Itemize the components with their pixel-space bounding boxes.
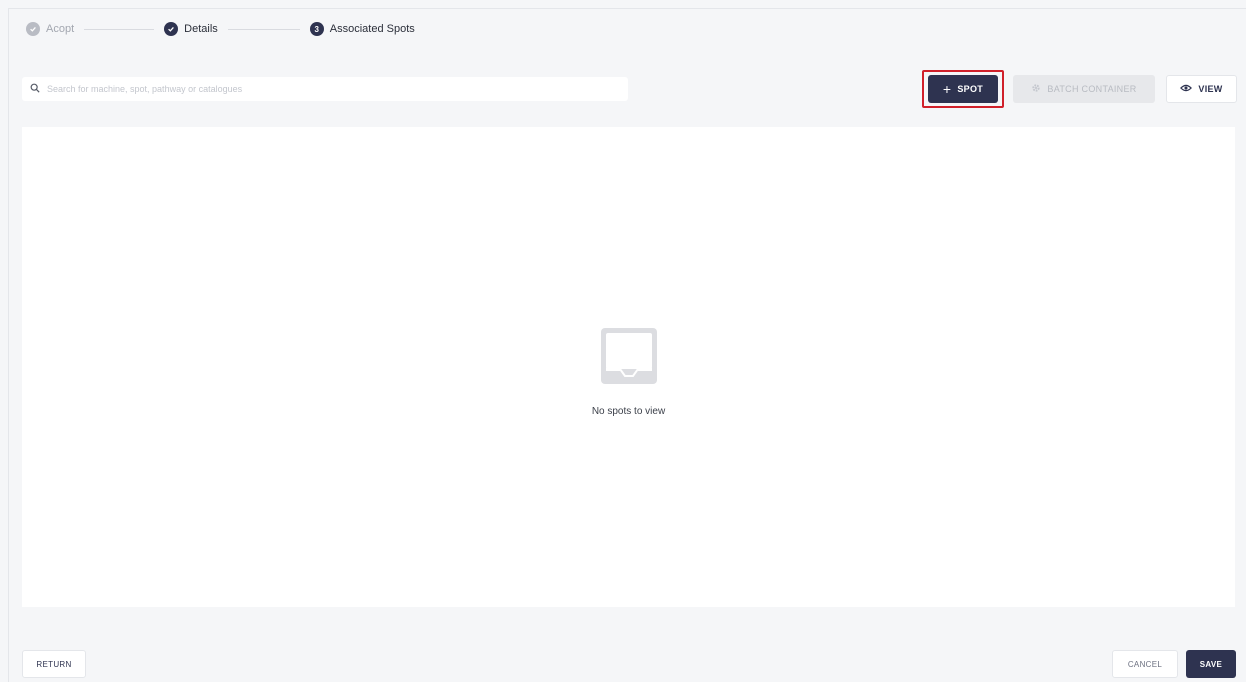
save-button[interactable]: SAVE xyxy=(1186,650,1236,678)
step-connector xyxy=(84,28,155,30)
check-circle-icon xyxy=(164,22,179,36)
eye-icon xyxy=(1180,84,1193,94)
step-number-badge: 3 xyxy=(309,22,324,36)
search-input[interactable] xyxy=(47,84,607,94)
step-label: Acopt xyxy=(46,23,75,35)
search-icon xyxy=(30,80,40,98)
gear-icon xyxy=(1031,83,1041,95)
cancel-button[interactable]: CANCEL xyxy=(1112,650,1178,678)
step-accept[interactable]: Acopt xyxy=(26,22,74,36)
return-button[interactable]: RETURN xyxy=(22,650,86,678)
step-details[interactable]: Details xyxy=(164,22,218,36)
stepper: Acopt Details 3 Associated Spots xyxy=(26,20,415,38)
step-label: Details xyxy=(184,23,218,35)
batch-container-label: BATCH CONTAINER xyxy=(1047,84,1137,94)
empty-state-message: No spots to view xyxy=(591,406,666,417)
view-label: VIEW xyxy=(1198,84,1223,94)
empty-inbox-icon xyxy=(600,327,658,390)
check-circle-icon xyxy=(26,22,40,36)
batch-container-button[interactable]: BATCH CONTAINER xyxy=(1013,75,1155,103)
spots-panel: No spots to view xyxy=(22,127,1235,607)
plus-icon: + xyxy=(942,81,952,97)
search-bar xyxy=(22,77,628,101)
step-label: Associated Spots xyxy=(329,23,415,35)
add-spot-button[interactable]: + SPOT xyxy=(928,75,998,103)
step-associated-spots[interactable]: 3 Associated Spots xyxy=(309,22,415,36)
empty-state: No spots to view xyxy=(22,327,1235,417)
add-spot-label: SPOT xyxy=(957,84,984,94)
view-button[interactable]: VIEW xyxy=(1166,75,1237,103)
step-connector xyxy=(227,28,300,30)
